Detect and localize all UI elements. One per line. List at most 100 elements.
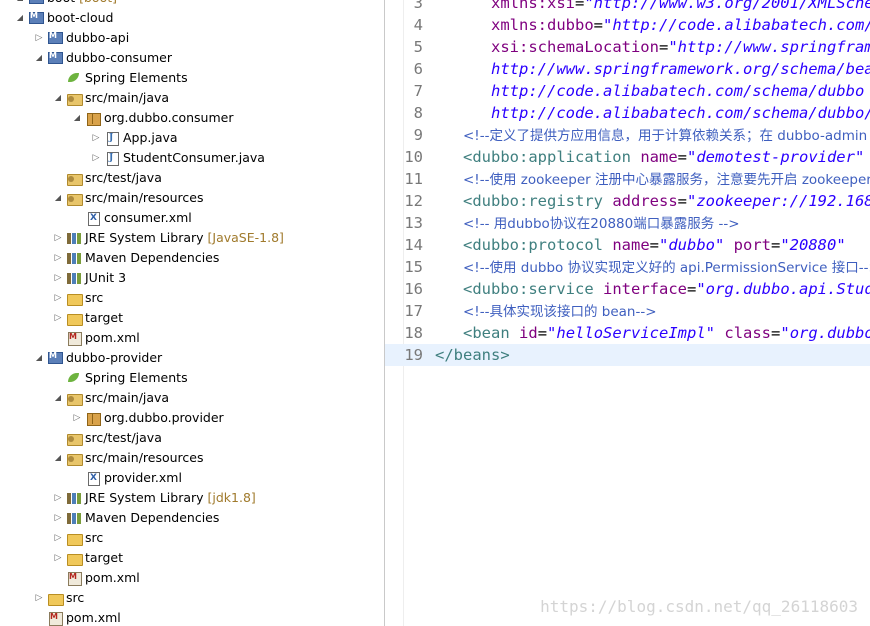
- library-icon: [66, 231, 82, 245]
- tree-item[interactable]: ▷ JRE System Library [JavaSE-1.8]: [0, 228, 384, 248]
- code-line[interactable]: 14 <dubbo:protocol name="dubbo" port="20…: [385, 234, 870, 256]
- source-folder-icon: [66, 391, 83, 406]
- xml-tag: <dubbo:application: [463, 148, 631, 166]
- tree-item-text: src/main/resources: [85, 190, 204, 205]
- tree-item[interactable]: ▷ JUnit 3: [0, 268, 384, 288]
- collapsed-arrow-icon[interactable]: ▷: [34, 588, 44, 608]
- expanded-arrow-icon[interactable]: ◢: [34, 48, 44, 68]
- tree-item[interactable]: pom.xml: [0, 608, 384, 626]
- code-line[interactable]: 6 http://www.springframework.org/schema/…: [385, 58, 870, 80]
- collapsed-arrow-icon[interactable]: ▷: [53, 248, 63, 268]
- tree-item[interactable]: ▷ target: [0, 308, 384, 328]
- collapsed-arrow-icon[interactable]: ▷: [53, 268, 63, 288]
- code-line[interactable]: 4 xmlns:dubbo="http://code.alibabatech.c…: [385, 14, 870, 36]
- xml-attribute: interface: [603, 280, 687, 298]
- collapsed-arrow-icon[interactable]: ▷: [91, 148, 101, 168]
- source-folder-icon: [66, 171, 83, 186]
- expanded-arrow-icon[interactable]: ◢: [53, 188, 63, 208]
- code-text: =: [687, 280, 697, 298]
- tree-item[interactable]: ◢ src/main/java: [0, 388, 384, 408]
- expanded-arrow-icon[interactable]: ◢: [53, 88, 63, 108]
- tree-item[interactable]: ▷ JRE System Library [jdk1.8]: [0, 488, 384, 508]
- collapsed-arrow-icon[interactable]: ▷: [34, 28, 44, 48]
- tree-item[interactable]: ▷ org.dubbo.provider: [0, 408, 384, 428]
- tree-item[interactable]: Spring Elements: [0, 368, 384, 388]
- tree-item[interactable]: provider.xml: [0, 468, 384, 488]
- code-line[interactable]: 12 <dubbo:registry address="zookeeper://…: [385, 190, 870, 212]
- tree-item[interactable]: ▷ src: [0, 588, 384, 608]
- collapsed-arrow-icon[interactable]: ▷: [53, 528, 63, 548]
- expanded-arrow-icon[interactable]: ◢: [15, 0, 25, 8]
- code-content: http://www.springframework.org/schema/be…: [435, 58, 870, 80]
- folder-icon: [66, 311, 83, 326]
- tree-item[interactable]: ◢ org.dubbo.consumer: [0, 108, 384, 128]
- collapsed-arrow-icon[interactable]: ▷: [72, 408, 82, 428]
- tree-item[interactable]: ◢ dubbo-consumer: [0, 48, 384, 68]
- collapsed-arrow-icon[interactable]: ▷: [53, 288, 63, 308]
- tree-item[interactable]: ▷ src: [0, 528, 384, 548]
- collapsed-arrow-icon[interactable]: ▷: [53, 228, 63, 248]
- tree-item[interactable]: src/test/java: [0, 428, 384, 448]
- code-line[interactable]: 5 xsi:schemaLocation="http://www.springf…: [385, 36, 870, 58]
- collapsed-arrow-icon[interactable]: ▷: [53, 508, 63, 528]
- tree-item[interactable]: ▷ dubbo-api: [0, 28, 384, 48]
- tree-item[interactable]: pom.xml: [0, 328, 384, 348]
- collapsed-arrow-icon[interactable]: ▷: [53, 308, 63, 328]
- tree-item[interactable]: ◢ src/main/resources: [0, 188, 384, 208]
- expanded-arrow-icon[interactable]: ◢: [15, 8, 25, 28]
- code-line[interactable]: 9 <!--定义了提供方应用信息，用于计算依赖关系；在 dubbo-admin …: [385, 124, 870, 146]
- code-line[interactable]: 3 xmlns:xsi="http://www.w3.org/2001/XMLS…: [385, 0, 870, 14]
- collapsed-arrow-icon[interactable]: ▷: [53, 548, 63, 568]
- tree-item-label: src/test/java: [85, 168, 162, 188]
- code-line[interactable]: 18 <bean id="helloServiceImpl" class="or…: [385, 322, 870, 344]
- maven-project-icon: [47, 351, 63, 365]
- code-line[interactable]: 16 <dubbo:service interface="org.dubbo.a…: [385, 278, 870, 300]
- code-line[interactable]: 8 http://code.alibabatech.com/schema/dub…: [385, 102, 870, 124]
- tree-item[interactable]: ◢ src/main/java: [0, 88, 384, 108]
- tree-item[interactable]: ▷ src: [0, 288, 384, 308]
- code-line[interactable]: 7 http://code.alibabatech.com/schema/dub…: [385, 80, 870, 102]
- tree-item-label: src: [85, 528, 103, 548]
- tree-item[interactable]: ▷ Maven Dependencies: [0, 248, 384, 268]
- tree-item[interactable]: Spring Elements: [0, 68, 384, 88]
- xml-attribute: name: [612, 236, 650, 254]
- project-explorer: ◢boot [boot]◢boot-cloud▷dubbo-api◢dubbo-…: [0, 0, 384, 626]
- code-line[interactable]: 17 <!--具体实现该接口的 bean-->: [385, 300, 870, 322]
- xml-editor[interactable]: 3 xmlns:xsi="http://www.w3.org/2001/XMLS…: [385, 0, 870, 626]
- expanded-arrow-icon[interactable]: ◢: [53, 388, 63, 408]
- tree-item[interactable]: ◢ src/main/resources: [0, 448, 384, 468]
- tree-item[interactable]: ▷ App.java: [0, 128, 384, 148]
- xml-attribute: class: [724, 324, 772, 342]
- code-line[interactable]: 13 <!-- 用dubbo协议在20880端口暴露服务 -->: [385, 212, 870, 234]
- tree-item[interactable]: ▷ StudentConsumer.java: [0, 148, 384, 168]
- line-number: 18: [404, 324, 423, 342]
- code-line[interactable]: 19 </beans>: [385, 344, 870, 366]
- tree-item[interactable]: ◢ dubbo-provider: [0, 348, 384, 368]
- tree-item-label: StudentConsumer.java: [123, 148, 265, 168]
- tree-item-text: dubbo-provider: [66, 350, 163, 365]
- tree-item[interactable]: ◢ boot-cloud: [0, 8, 384, 28]
- expanded-arrow-icon[interactable]: ◢: [72, 108, 82, 128]
- expanded-arrow-icon[interactable]: ◢: [34, 348, 44, 368]
- tree-item[interactable]: pom.xml: [0, 568, 384, 588]
- code-line[interactable]: 10 <dubbo:application name="demotest-pro…: [385, 146, 870, 168]
- collapsed-arrow-icon[interactable]: ▷: [91, 128, 101, 148]
- code-line[interactable]: 15 <!--使用 dubbo 协议实现定义好的 api.PermissionS…: [385, 256, 870, 278]
- expanded-arrow-icon[interactable]: ◢: [53, 448, 63, 468]
- collapsed-arrow-icon[interactable]: ▷: [53, 488, 63, 508]
- tree-item[interactable]: ▷ target: [0, 548, 384, 568]
- tree-item[interactable]: src/test/java: [0, 168, 384, 188]
- code-line[interactable]: 11 <!--使用 zookeeper 注册中心暴露服务，注意要先开启 zook…: [385, 168, 870, 190]
- tree-item[interactable]: ▷ Maven Dependencies: [0, 508, 384, 528]
- xml-string: http://code.alibabatech.com/schema/dubbo…: [491, 104, 870, 122]
- tree-item-text: src: [85, 290, 104, 305]
- xml-string: "http://www.w3.org/2001/XMLSchema-instan…: [584, 0, 870, 12]
- tree-item[interactable]: consumer.xml: [0, 208, 384, 228]
- tree-item[interactable]: ◢ boot [boot]: [0, 0, 384, 8]
